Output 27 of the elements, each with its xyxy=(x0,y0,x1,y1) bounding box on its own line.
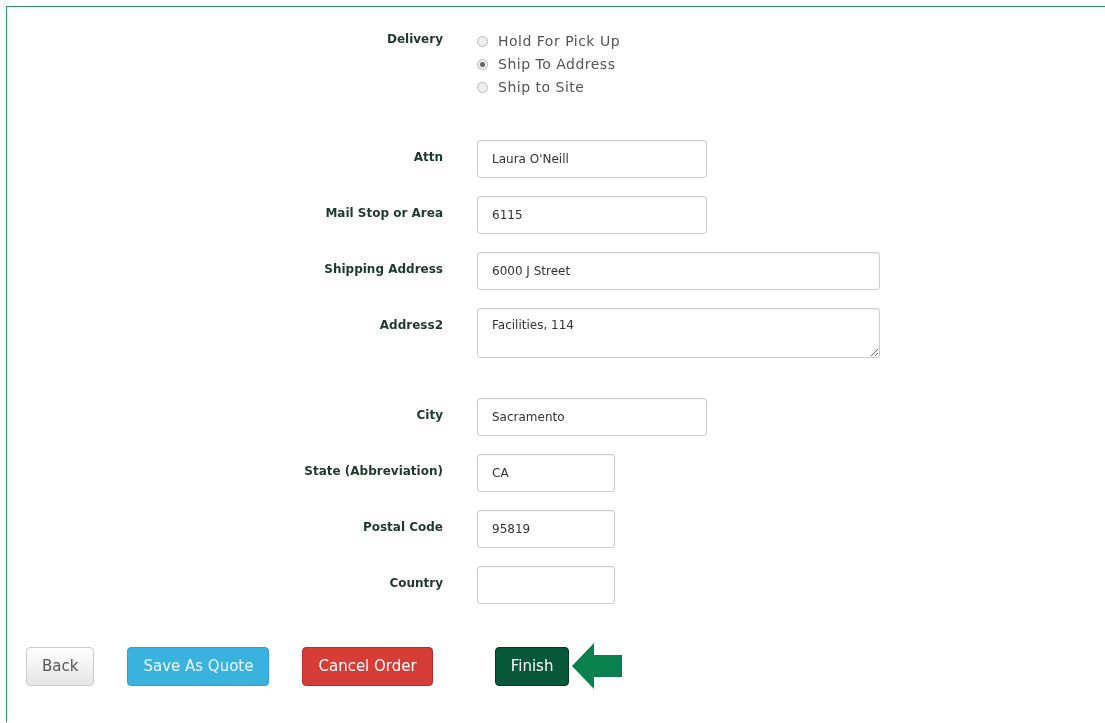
field-label: City xyxy=(415,407,444,422)
input-field[interactable]: 95819 xyxy=(477,510,615,548)
back-button[interactable]: Back xyxy=(26,646,95,686)
input-field[interactable]: 6000 J Street xyxy=(477,252,880,290)
input-field[interactable]: 6115 xyxy=(477,196,707,234)
radio-option[interactable]: Ship To Address xyxy=(477,56,621,72)
cancel-button[interactable]: Cancel Order xyxy=(302,646,433,686)
arrow-icon xyxy=(572,643,623,689)
field-label: Mail Stop or Area xyxy=(324,205,444,220)
radio-button[interactable] xyxy=(477,35,488,47)
field-label: State (Abbreviation) xyxy=(303,463,444,478)
field-label: Postal Code xyxy=(361,519,444,534)
field-label: Shipping Address xyxy=(323,261,444,276)
radio-button[interactable] xyxy=(477,81,488,93)
input-field[interactable]: CA xyxy=(477,454,615,492)
field-label: Delivery xyxy=(385,32,444,46)
text-area[interactable]: Facilities, 114 xyxy=(477,308,880,358)
radio-button[interactable] xyxy=(477,58,488,70)
radio-option[interactable]: Ship to Site xyxy=(477,79,621,95)
input-field[interactable]: Sacramento xyxy=(477,398,707,436)
input-field[interactable] xyxy=(477,566,615,604)
finish-button[interactable]: Finish xyxy=(494,646,570,686)
field-label: Country xyxy=(388,575,444,590)
radio-option[interactable]: Hold For Pick Up xyxy=(477,33,621,49)
field-label: Address2 xyxy=(378,317,444,332)
input-field[interactable]: Laura O'Neill xyxy=(477,140,707,178)
field-label: Attn xyxy=(412,149,444,164)
